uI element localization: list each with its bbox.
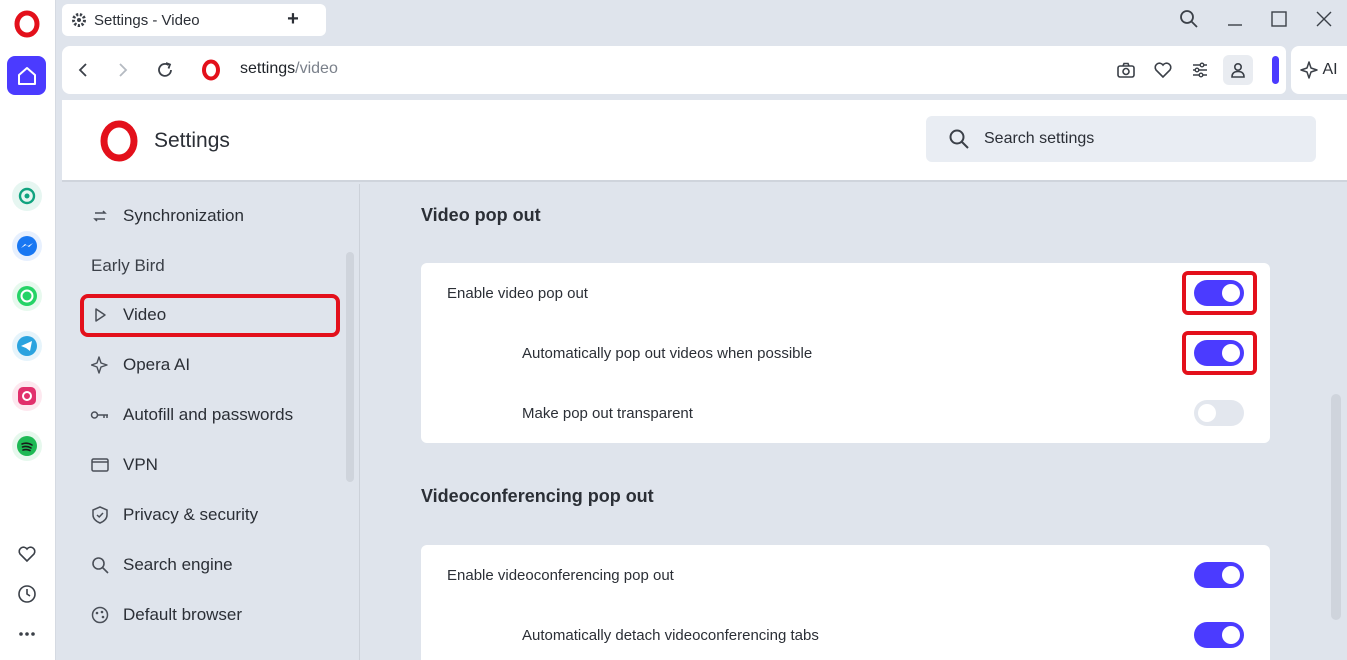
new-tab-button[interactable]: + [282, 8, 304, 30]
spotify-icon[interactable] [12, 431, 42, 461]
vpn-icon [90, 455, 110, 475]
toggle-highlight-box [1182, 271, 1257, 315]
nav-label-search-engine: Search engine [123, 555, 233, 574]
search-icon [949, 129, 969, 149]
sparkle-icon [1300, 61, 1319, 79]
enable-videoconf-pop-out-toggle[interactable] [1194, 562, 1244, 588]
opera-sidebar [0, 0, 56, 660]
heart-bookmark-icon[interactable] [1150, 57, 1176, 83]
messenger-icon[interactable] [12, 231, 42, 261]
nav-scrollbar[interactable] [346, 252, 354, 482]
transparent-pop-out-toggle[interactable] [1194, 400, 1244, 426]
search-placeholder: Search settings [984, 130, 1095, 147]
reload-icon[interactable] [152, 57, 178, 83]
forward-icon[interactable] [110, 57, 136, 83]
setting-label: Automatically pop out videos when possib… [522, 344, 813, 362]
sidebar-toggle-button[interactable] [1266, 46, 1286, 94]
search-tabs-icon[interactable] [1176, 6, 1202, 32]
browser-icon [90, 605, 110, 625]
key-icon [90, 405, 110, 425]
settings-nav: Synchronization Early Bird Video Opera A… [62, 184, 360, 660]
setting-label: Automatically detach videoconferencing t… [522, 626, 819, 644]
nav-item-privacy[interactable]: Privacy & security [90, 495, 258, 535]
nav-label-autofill: Autofill and passwords [123, 405, 294, 424]
minimize-icon[interactable] [1222, 6, 1248, 32]
setting-row-auto-pop-out: Automatically pop out videos when possib… [421, 323, 1270, 383]
settings-content: Video pop out Enable video pop out Autom… [361, 184, 1347, 660]
telegram-icon[interactable] [12, 331, 42, 361]
instagram-icon[interactable] [12, 381, 42, 411]
section-title-video-pop-out: Video pop out [421, 205, 541, 225]
clock-icon[interactable] [14, 581, 40, 607]
settings-header: Settings Search settings [62, 100, 1347, 182]
maximize-icon[interactable] [1266, 6, 1292, 32]
setting-row-auto-detach: Automatically detach videoconferencing t… [421, 605, 1270, 660]
tab-strip: Settings - Video + [56, 0, 1347, 44]
toggle-highlight-box [1182, 331, 1257, 375]
nav-item-opera-ai[interactable]: Opera AI [90, 345, 190, 385]
video-highlight-box [80, 294, 340, 337]
search-input[interactable]: Search settings [926, 116, 1316, 162]
video-pop-out-card: Enable video pop out Automatically pop o… [421, 263, 1270, 443]
gear-icon [72, 13, 86, 27]
chatgpt-icon[interactable] [12, 181, 42, 211]
ai-button[interactable]: AI [1291, 46, 1347, 94]
nav-item-default-browser[interactable]: Default browser [90, 595, 242, 635]
ai-label: AI [1322, 61, 1338, 78]
opera-logo-icon[interactable] [13, 10, 41, 38]
nav-label-opera-ai: Opera AI [123, 355, 191, 374]
home-icon [17, 66, 36, 85]
url-text[interactable]: settings/video [240, 60, 338, 78]
close-icon[interactable] [1311, 6, 1337, 32]
more-icon[interactable] [14, 621, 40, 647]
setting-label: Enable video pop out [447, 284, 588, 302]
profile-icon[interactable] [1223, 55, 1253, 85]
nav-item-vpn[interactable]: VPN [90, 445, 158, 485]
sparkle-icon [90, 355, 110, 375]
address-bar: settings/video [62, 46, 1285, 94]
nav-item-autofill[interactable]: Autofill and passwords [90, 395, 293, 435]
opera-site-icon [198, 57, 224, 83]
setting-row-enable-video-pop-out: Enable video pop out [421, 263, 1270, 323]
url-host: settings [240, 60, 296, 77]
nav-item-search-engine[interactable]: Search engine [90, 545, 233, 585]
easy-setup-icon[interactable] [1187, 57, 1213, 83]
setting-label: Make pop out transparent [522, 404, 693, 422]
content-scrollbar[interactable] [1331, 394, 1341, 620]
nav-item-synchronization[interactable]: Synchronization [90, 196, 244, 236]
back-icon[interactable] [70, 57, 96, 83]
nav-label-default-browser: Default browser [123, 605, 243, 624]
nav-label-synchronization: Synchronization [123, 206, 244, 225]
nav-heading-early-bird[interactable]: Early Bird [91, 256, 165, 276]
whatsapp-icon[interactable] [12, 281, 42, 311]
shield-icon [90, 505, 110, 525]
auto-detach-toggle[interactable] [1194, 622, 1244, 648]
opera-logo-icon [100, 120, 138, 162]
nav-label-privacy: Privacy & security [123, 505, 259, 524]
search-icon [90, 555, 110, 575]
tab-title: Settings - Video [94, 11, 200, 29]
section-title-videoconf-pop-out: Videoconferencing pop out [421, 486, 654, 506]
heart-icon[interactable] [14, 541, 40, 567]
camera-icon[interactable] [1113, 57, 1139, 83]
setting-row-enable-videoconf-pop-out: Enable videoconferencing pop out [421, 545, 1270, 605]
videoconf-pop-out-card: Enable videoconferencing pop out Automat… [421, 545, 1270, 660]
setting-row-transparent: Make pop out transparent [421, 383, 1270, 443]
page-title: Settings [154, 129, 230, 152]
sync-icon [90, 206, 110, 226]
url-path: /video [295, 60, 338, 77]
setting-label: Enable videoconferencing pop out [447, 566, 674, 584]
home-button[interactable] [7, 56, 46, 95]
nav-label-vpn: VPN [123, 455, 158, 474]
